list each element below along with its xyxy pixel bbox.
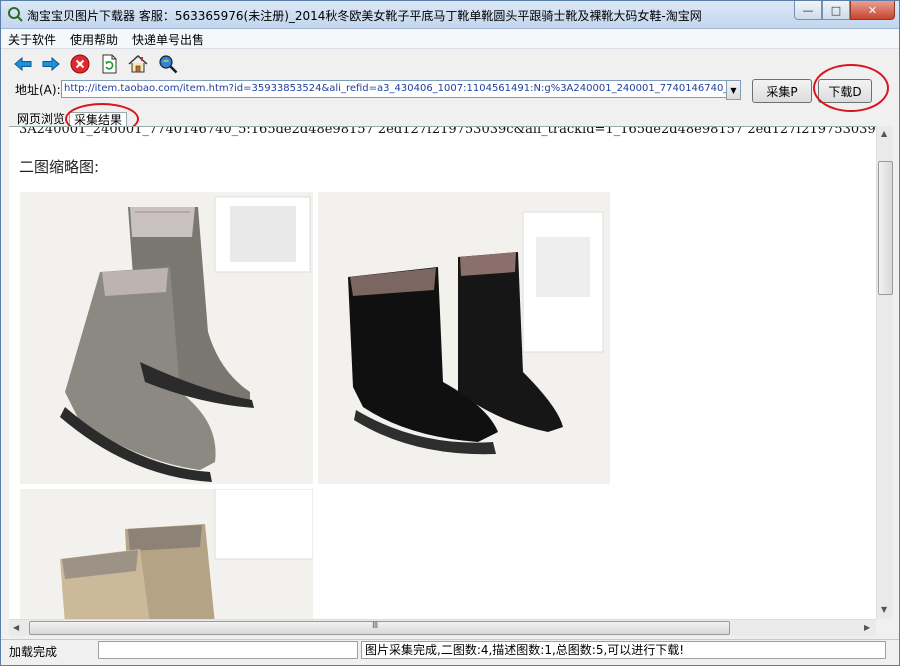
stop-icon[interactable] (70, 54, 90, 74)
address-label: 地址(A): (15, 83, 61, 97)
horizontal-scroll-thumb[interactable]: Ⅲ (29, 621, 730, 635)
status-load-text: 加载完成 (9, 645, 58, 659)
horizontal-scrollbar[interactable]: ◀ Ⅲ ▶ (9, 619, 876, 636)
title-bar[interactable]: 淘宝宝贝图片下载器 客服：563365976(未注册)_2014秋冬欧美女靴子平… (1, 1, 899, 29)
address-dropdown-button[interactable]: ▼ (726, 80, 741, 100)
home-icon[interactable] (128, 54, 148, 74)
download-highlight-ring (813, 64, 889, 112)
vertical-scrollbar[interactable]: ▲ ▼ (876, 126, 893, 619)
search-icon[interactable] (158, 54, 178, 74)
toolbar (1, 49, 899, 79)
app-icon (8, 7, 23, 22)
vertical-scroll-thumb[interactable] (878, 161, 893, 295)
thumbnail-image-3[interactable] (20, 489, 313, 620)
window-title: 淘宝宝贝图片下载器 客服：563365976(未注册)_2014秋冬欧美女靴子平… (27, 9, 702, 23)
status-progress-panel (98, 641, 358, 659)
maximize-button[interactable]: □ (822, 1, 850, 20)
status-bar: 加载完成 图片采集完成,二图数:4,描述图数:1,总图数:5,可以进行下载! (1, 639, 899, 660)
status-collect-text: 图片采集完成,二图数:4,描述图数:1,总图数:5,可以进行下载! (361, 641, 886, 659)
forward-arrow-icon[interactable] (41, 54, 61, 74)
collect-button[interactable]: 采集P (752, 79, 812, 103)
window-controls: — □ ✕ (794, 1, 895, 21)
scroll-grip-icon: Ⅲ (372, 621, 379, 631)
scrollbar-corner (876, 619, 892, 635)
scroll-left-arrow-icon[interactable]: ◀ (13, 623, 19, 632)
thumbnail-heading: 二图缩略图: (19, 158, 100, 176)
scroll-right-arrow-icon[interactable]: ▶ (864, 623, 870, 632)
result-view: 3A240001_240001_7740146740_5:165de2d48e9… (9, 126, 876, 620)
address-input[interactable]: http://item.taobao.com/item.htm?id=35933… (61, 80, 729, 98)
result-url-line: 3A240001_240001_7740146740_5:165de2d48e9… (19, 126, 876, 137)
menu-about[interactable]: 关于软件 (1, 29, 63, 48)
refresh-icon[interactable] (99, 54, 119, 74)
thumbnail-image-2[interactable] (318, 192, 610, 484)
tab-web-browse[interactable]: 网页浏览 (13, 112, 69, 126)
menu-express[interactable]: 快递单号出售 (125, 29, 211, 48)
close-button[interactable]: ✕ (850, 1, 895, 20)
minimize-button[interactable]: — (794, 1, 822, 20)
menu-bar: 关于软件 使用帮助 快递单号出售 (1, 29, 899, 49)
back-arrow-icon[interactable] (13, 54, 33, 74)
menu-help[interactable]: 使用帮助 (63, 29, 125, 48)
thumbnail-image-1[interactable] (20, 192, 313, 484)
app-window: 淘宝宝贝图片下载器 客服：563365976(未注册)_2014秋冬欧美女靴子平… (0, 0, 900, 666)
scroll-up-arrow-icon[interactable]: ▲ (881, 129, 887, 138)
scroll-down-arrow-icon[interactable]: ▼ (881, 605, 887, 614)
